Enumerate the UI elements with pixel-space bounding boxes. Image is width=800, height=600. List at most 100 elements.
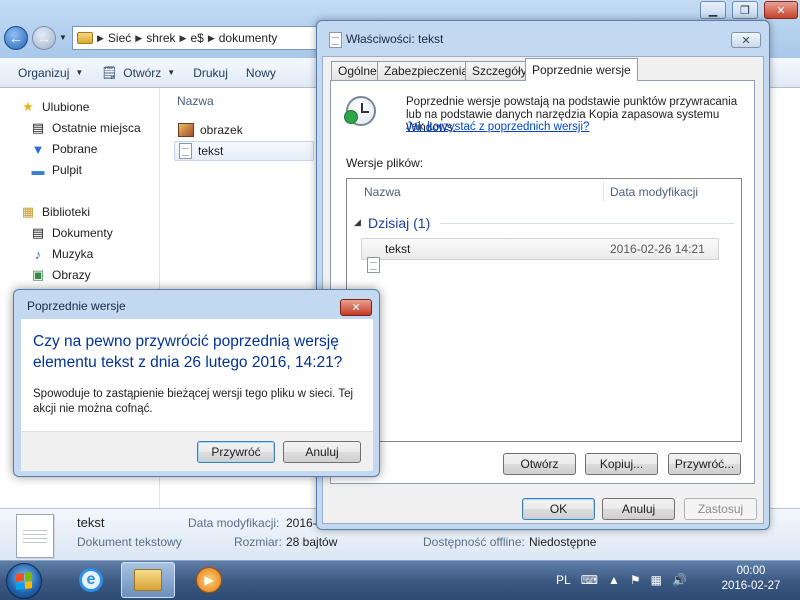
show-hidden-icons-icon[interactable]: ▲	[608, 573, 620, 587]
tab-previous-versions-label: Poprzednie wersje	[532, 63, 631, 77]
breadcrumb-share[interactable]: e$	[190, 31, 203, 45]
cancel-button[interactable]: Anuluj	[602, 498, 675, 520]
confirm-close-button[interactable]: ✕	[340, 299, 372, 316]
nav-documents[interactable]: ▤ Dokumenty	[30, 225, 113, 241]
versions-column-name[interactable]: Nazwa	[364, 185, 401, 199]
network-icon[interactable]: ▦	[651, 573, 662, 587]
nav-libraries[interactable]: ▦ Biblioteki	[20, 204, 90, 220]
tab-general[interactable]: Ogólne	[331, 61, 384, 80]
close-icon: ✕	[741, 34, 751, 47]
pictures-icon: ▣	[31, 267, 45, 282]
breadcrumb-host[interactable]: shrek	[146, 31, 175, 45]
new-folder-button[interactable]: Nowy	[246, 66, 276, 80]
taskbar-clock[interactable]: 00:00 2016-02-27	[708, 564, 794, 594]
close-window-button[interactable]: ✕	[764, 1, 798, 19]
tab-details-label: Szczegóły	[472, 64, 527, 78]
open-label: Otwórz	[123, 65, 162, 80]
keyboard-icon[interactable]: ⌨	[581, 573, 598, 587]
start-button[interactable]	[6, 563, 42, 599]
text-file-icon	[329, 32, 342, 48]
folder-icon	[77, 32, 93, 44]
taskbar-internet-explorer[interactable]: e	[64, 562, 118, 598]
details-offline-label: Dostępność offline:	[423, 535, 525, 549]
restore-arrow-icon	[344, 110, 358, 124]
address-bar[interactable]: ▶ Sieć ▶ shrek ▶ e$ ▶ dokumenty	[72, 26, 322, 50]
clock-time: 00:00	[736, 565, 766, 577]
group-header-today[interactable]: Dzisiaj (1)	[368, 215, 430, 231]
tab-general-label: Ogólne	[338, 64, 377, 78]
properties-close-button[interactable]: ✕	[731, 32, 761, 48]
maximize-button[interactable]: ❐	[732, 1, 758, 19]
file-versions-label: Wersje plików:	[346, 156, 424, 170]
star-icon: ★	[22, 99, 34, 114]
text-file-icon	[367, 257, 380, 273]
recent-pages-dropdown[interactable]: ▼	[59, 33, 67, 42]
media-player-icon: ▶	[196, 567, 222, 593]
nav-libraries-label: Biblioteki	[42, 205, 91, 219]
nav-music[interactable]: ♪ Muzyka	[30, 246, 94, 262]
chevron-right-icon: ▶	[135, 32, 143, 43]
nav-favorites[interactable]: ★ Ulubione	[20, 99, 89, 115]
restore-icon: ❐	[740, 4, 750, 17]
nav-desktop[interactable]: ▬ Pulpit	[30, 162, 83, 178]
nav-recent[interactable]: ▤ Ostatnie miejsca	[30, 120, 141, 136]
confirm-cancel-button[interactable]: Anuluj	[283, 441, 361, 463]
internet-explorer-icon: e	[79, 568, 103, 592]
print-button[interactable]: Drukuj	[193, 66, 228, 80]
minimize-button[interactable]: ▁	[700, 1, 726, 19]
version-restore-button[interactable]: Przywróć...	[668, 453, 741, 475]
details-size-value: 28 bajtów	[286, 535, 338, 549]
details-size-label: Rozmiar:	[234, 535, 283, 549]
organize-button[interactable]: Organizuj ▼	[18, 66, 83, 80]
clock-date: 2016-02-27	[721, 580, 781, 592]
action-center-flag-icon[interactable]: ⚑	[630, 573, 641, 587]
back-button[interactable]: ←	[4, 26, 28, 50]
file-row-tekst[interactable]: tekst	[174, 141, 314, 161]
previous-versions-help-link[interactable]: Jak korzystać z poprzednich wersji?	[406, 121, 589, 133]
taskbar-windows-explorer[interactable]	[121, 562, 175, 598]
ok-button[interactable]: OK	[522, 498, 595, 520]
confirm-question: Czy na pewno przywrócić poprzednią wersj…	[33, 333, 343, 371]
organize-label: Organizuj	[18, 65, 70, 80]
forward-button[interactable]: →	[32, 26, 56, 50]
music-note-icon: ♪	[34, 246, 42, 262]
file-row-obrazek[interactable]: obrazek	[174, 120, 314, 140]
column-header-name[interactable]: Nazwa	[177, 94, 214, 108]
windows-explorer-icon	[134, 569, 162, 591]
close-icon: ✕	[776, 4, 786, 17]
version-copy-button[interactable]: Kopiuj...	[585, 453, 658, 475]
nav-downloads[interactable]: ▼ Pobrane	[30, 141, 98, 157]
volume-icon[interactable]: 🔊	[672, 573, 687, 587]
nav-pictures[interactable]: ▣ Obrazy	[30, 267, 91, 283]
documents-icon: ▤	[31, 225, 45, 240]
confirm-dialog-title: Poprzednie wersje	[27, 299, 126, 313]
details-modified-label: Data modyfikacji:	[188, 516, 280, 530]
breadcrumb-network[interactable]: Sieć	[108, 31, 131, 45]
group-divider	[440, 223, 734, 224]
nav-pictures-label: Obrazy	[52, 268, 91, 282]
text-document-large-icon	[16, 514, 54, 558]
arrow-left-icon: ←	[9, 30, 23, 46]
chevron-right-icon: ▶	[97, 32, 104, 43]
confirm-restore-button[interactable]: Przywróć	[197, 441, 275, 463]
close-icon: ✕	[351, 302, 361, 314]
version-open-button[interactable]: Otwórz	[503, 453, 576, 475]
open-button[interactable]: 🗒 Otwórz ▼	[101, 65, 175, 81]
breadcrumb-folder[interactable]: dokumenty	[219, 31, 278, 45]
file-name: obrazek	[200, 123, 243, 137]
tab-security[interactable]: Zabezpieczenia	[377, 61, 476, 80]
caret-down-icon: ▼	[167, 68, 176, 77]
versions-column-date[interactable]: Data modyfikacji	[610, 185, 698, 199]
collapse-group-icon[interactable]: ◢	[354, 217, 361, 228]
language-indicator[interactable]: PL	[556, 573, 571, 587]
version-date: 2016-02-26 14:21	[610, 242, 705, 256]
taskbar-media-player[interactable]: ▶	[182, 562, 236, 598]
text-file-icon	[179, 143, 192, 159]
notepad-icon: 🗒	[101, 64, 118, 80]
tab-previous-versions[interactable]: Poprzednie wersje	[525, 58, 638, 81]
apply-button[interactable]: Zastosuj	[684, 498, 757, 520]
tab-details[interactable]: Szczegóły	[465, 61, 534, 80]
chevron-right-icon: ▶	[179, 32, 187, 43]
chevron-right-icon: ▶	[207, 32, 215, 43]
confirm-warning: Spowoduje to zastąpienie bieżącej wersji…	[33, 388, 354, 415]
